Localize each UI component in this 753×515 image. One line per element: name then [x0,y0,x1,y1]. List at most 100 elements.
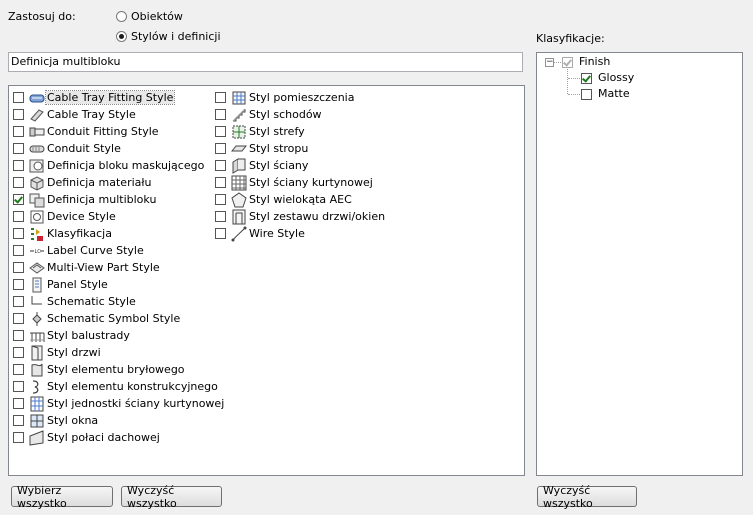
list-item[interactable]: Styl pomieszczenia [215,89,386,106]
item-label[interactable]: Styl okna [46,414,99,427]
tree-node-matte[interactable]: Matte [598,87,630,100]
item-checkbox[interactable] [13,398,24,409]
item-checkbox[interactable] [215,143,226,154]
item-checkbox[interactable] [13,432,24,443]
item-label[interactable]: Definicja materiału [46,176,153,189]
clear-all-button[interactable]: Wyczyść wszystko [121,484,222,510]
item-label[interactable]: Styl wielokąta AEC [248,193,353,206]
item-label[interactable]: Styl strefy [248,125,306,138]
item-checkbox[interactable] [13,279,24,290]
item-checkbox[interactable] [13,126,24,137]
list-item[interactable]: Styl zestawu drzwi/okien [215,208,386,225]
style-checklist[interactable]: Cable Tray Fitting Style Cable Tray Style… [8,85,525,476]
item-checkbox[interactable] [13,262,24,273]
item-label[interactable]: Conduit Fitting Style [46,125,160,138]
radio-styles-definitions[interactable]: Stylów i definicji [116,28,221,44]
item-checkbox[interactable] [13,109,24,120]
list-item[interactable]: Panel Style [13,276,225,293]
list-item[interactable]: Wire Style [215,225,386,242]
item-checkbox[interactable] [13,228,24,239]
item-label[interactable]: Styl stropu [248,142,309,155]
list-item[interactable]: Cable Tray Style [13,106,225,123]
radio-styles-definitions-circle[interactable] [116,30,127,42]
finish-checkbox[interactable] [562,57,573,68]
selected-type-field[interactable]: Definicja multibloku [8,52,523,72]
item-label[interactable]: Wire Style [248,227,306,240]
item-checkbox[interactable] [215,126,226,137]
list-item[interactable]: Styl połaci dachowej [13,429,225,446]
list-item[interactable]: Conduit Fitting Style [13,123,225,140]
item-label[interactable]: Styl zestawu drzwi/okien [248,210,386,223]
item-label[interactable]: Styl elementu konstrukcyjnego [46,380,219,393]
list-item[interactable]: Styl okna [13,412,225,429]
tree-node-glossy[interactable]: Glossy [598,71,634,84]
list-item[interactable]: Styl elementu konstrukcyjnego [13,378,225,395]
item-checkbox[interactable] [215,177,226,188]
collapse-icon[interactable]: − [545,58,554,67]
list-item[interactable]: Definicja multibloku [13,191,225,208]
item-label[interactable]: Schematic Style [46,295,137,308]
item-checkbox[interactable] [13,364,24,375]
list-item[interactable]: Styl drzwi [13,344,225,361]
list-item[interactable]: Definicja materiału [13,174,225,191]
item-checkbox[interactable] [13,296,24,307]
item-checkbox[interactable] [215,92,226,103]
item-checkbox[interactable] [215,160,226,171]
item-label[interactable]: Styl elementu bryłowego [46,363,186,376]
list-item[interactable]: LC Label Curve Style [13,242,225,259]
list-item[interactable]: Styl schodów [215,106,386,123]
list-item[interactable]: Device Style [13,208,225,225]
item-label[interactable]: Styl schodów [248,108,323,121]
list-item[interactable]: Styl elementu bryłowego [13,361,225,378]
list-item[interactable]: Styl stropu [215,140,386,157]
item-label[interactable]: Cable Tray Style [46,108,137,121]
item-label[interactable]: Conduit Style [46,142,122,155]
list-item[interactable]: Styl balustrady [13,327,225,344]
list-item[interactable]: Styl jednostki ściany kurtynowej [13,395,225,412]
item-label[interactable]: Styl jednostki ściany kurtynowej [46,397,225,410]
item-label[interactable]: Styl drzwi [46,346,102,359]
tree-node-finish[interactable]: Finish [579,55,610,68]
list-item[interactable]: Multi-View Part Style [13,259,225,276]
list-item[interactable]: Schematic Symbol Style [13,310,225,327]
item-label[interactable]: Device Style [46,210,117,223]
item-checkbox[interactable] [215,194,226,205]
item-checkbox[interactable] [13,92,24,103]
list-item[interactable]: Styl strefy [215,123,386,140]
list-item[interactable]: Schematic Style [13,293,225,310]
item-label[interactable]: Styl balustrady [46,329,131,342]
radio-objects-circle[interactable] [116,10,127,22]
list-item[interactable]: Definicja bloku maskującego [13,157,225,174]
list-item[interactable]: Styl ściany kurtynowej [215,174,386,191]
item-label[interactable]: Definicja multibloku [46,193,157,206]
item-label[interactable]: Schematic Symbol Style [46,312,181,325]
item-checkbox[interactable] [13,143,24,154]
item-checkbox[interactable] [13,211,24,222]
radio-objects-label[interactable]: Obiektów [131,10,183,23]
item-checkbox[interactable] [13,381,24,392]
item-checkbox[interactable] [215,211,226,222]
radio-objects[interactable]: Obiektów [116,8,183,24]
item-label[interactable]: Definicja bloku maskującego [46,159,205,172]
item-label[interactable]: Styl ściany kurtynowej [248,176,374,189]
matte-checkbox[interactable] [581,89,592,100]
item-checkbox[interactable] [13,347,24,358]
item-checkbox[interactable] [13,330,24,341]
item-checkbox[interactable] [13,194,24,205]
list-item[interactable]: Cable Tray Fitting Style [13,89,225,106]
item-label[interactable]: Styl pomieszczenia [248,91,355,104]
list-item[interactable]: Conduit Style [13,140,225,157]
item-label[interactable]: Styl połaci dachowej [46,431,161,444]
select-all-button[interactable]: Wybierz wszystko [11,484,113,510]
item-checkbox[interactable] [13,160,24,171]
item-label[interactable]: Multi-View Part Style [46,261,161,274]
glossy-checkbox[interactable] [581,73,592,84]
item-checkbox[interactable] [13,177,24,188]
list-item[interactable]: Klasyfikacja [13,225,225,242]
item-label[interactable]: Styl ściany [248,159,309,172]
item-checkbox[interactable] [215,228,226,239]
item-label[interactable]: Klasyfikacja [46,227,113,240]
list-item[interactable]: Styl wielokąta AEC [215,191,386,208]
item-checkbox[interactable] [215,109,226,120]
clear-all-classifications-button[interactable]: Wyczyść wszystko [537,484,637,510]
